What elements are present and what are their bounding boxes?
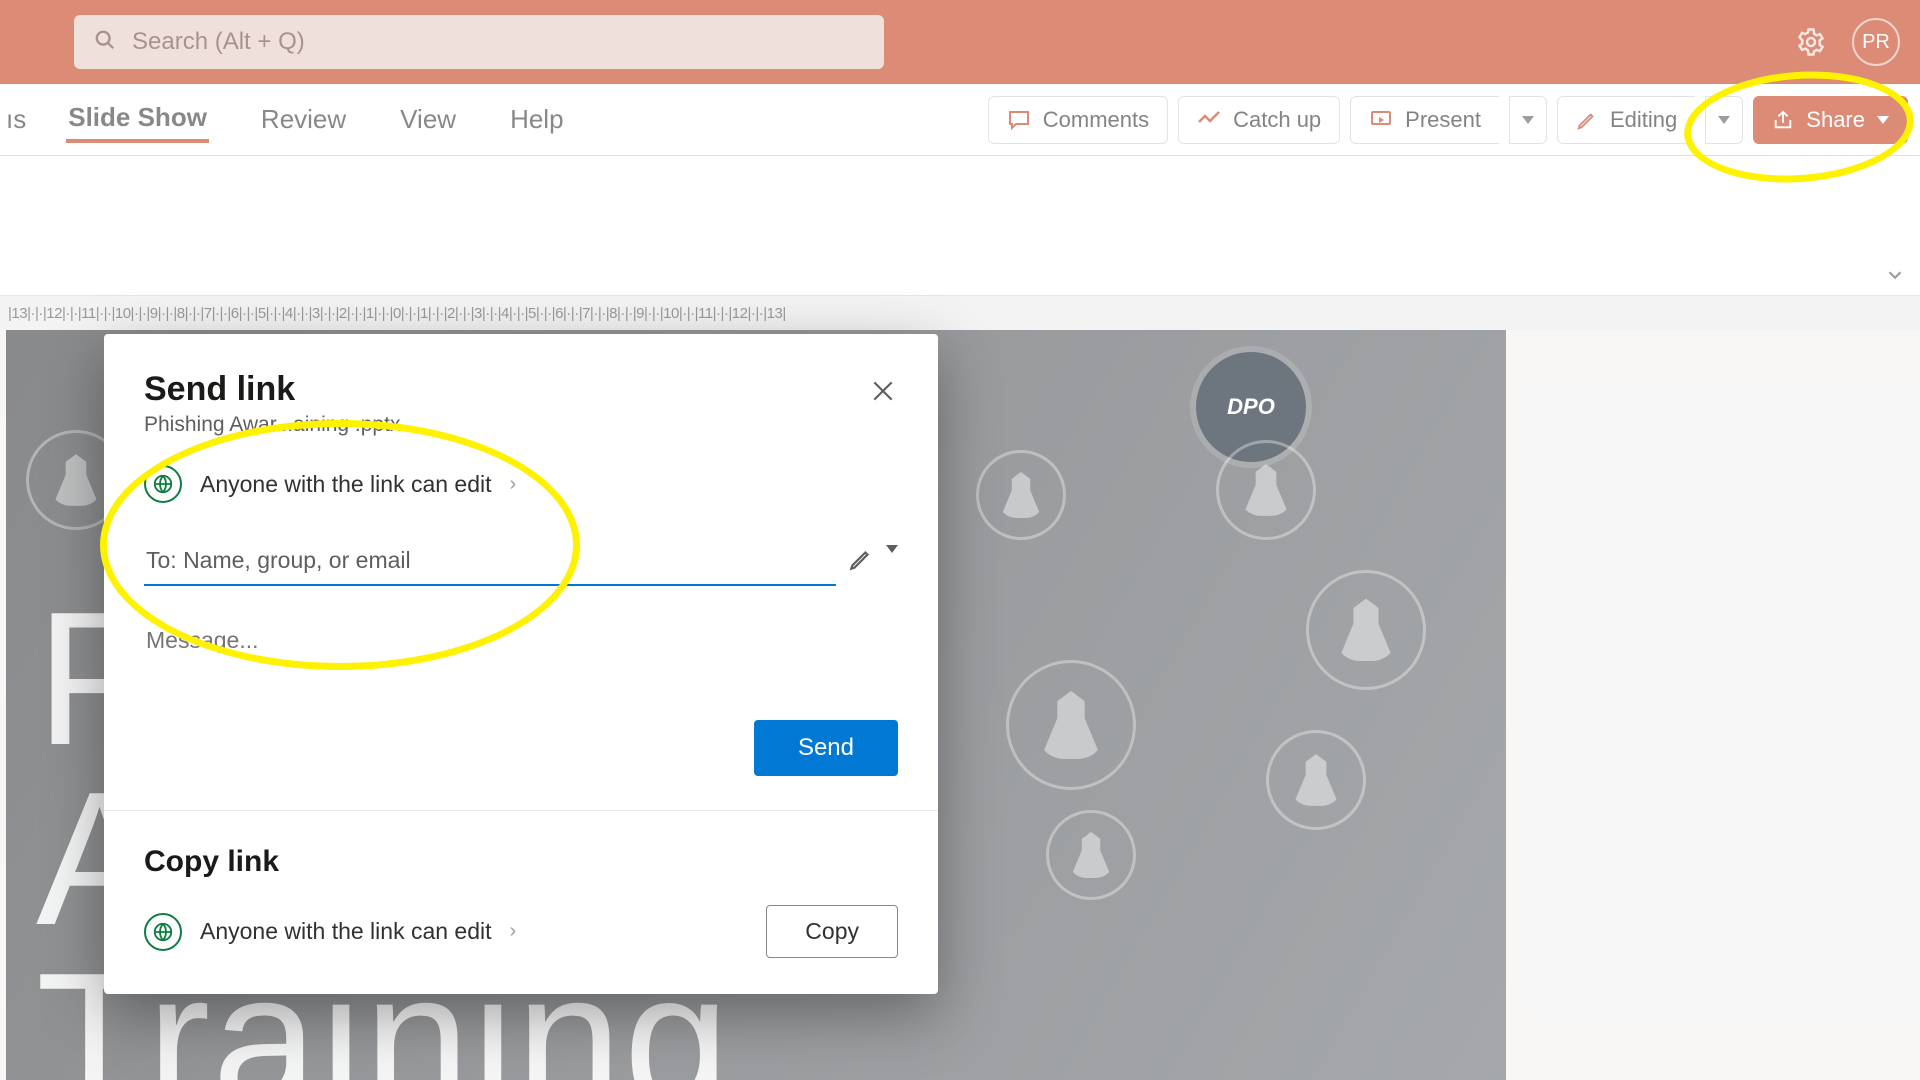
pencil-icon: [1576, 109, 1598, 131]
edit-permission-icon[interactable]: [848, 546, 874, 577]
person-icon: [1006, 660, 1136, 790]
present-dropdown[interactable]: [1509, 96, 1547, 144]
slide-logo-text: DPO: [1227, 394, 1275, 420]
tab-view[interactable]: View: [398, 98, 458, 141]
permission-label: Anyone with the link can edit: [200, 471, 492, 498]
ribbon-actions: Comments Catch up Present: [988, 96, 1908, 144]
search-input[interactable]: [130, 27, 864, 57]
send-button[interactable]: Send: [754, 720, 898, 776]
tab-truncated[interactable]: ıs: [6, 104, 26, 135]
comments-label: Comments: [1043, 107, 1149, 133]
search-icon: [94, 29, 116, 56]
person-icon: [976, 450, 1066, 540]
title-bar: PR: [0, 0, 1920, 84]
globe-icon: [144, 465, 182, 503]
permission-dropdown[interactable]: [886, 553, 898, 571]
catch-up-button[interactable]: Catch up: [1178, 96, 1340, 144]
settings-icon[interactable]: [1796, 27, 1826, 57]
chevron-down-icon: [1522, 116, 1534, 124]
comment-icon: [1007, 108, 1031, 132]
recipient-input[interactable]: [144, 537, 836, 586]
tab-review[interactable]: Review: [259, 98, 348, 141]
copy-permission-row[interactable]: Anyone with the link can edit ›: [144, 913, 516, 951]
chevron-right-icon: ›: [510, 920, 517, 943]
link-permission-row[interactable]: Anyone with the link can edit ›: [144, 465, 898, 503]
present-button[interactable]: Present: [1350, 96, 1499, 144]
comments-button[interactable]: Comments: [988, 96, 1168, 144]
copy-button[interactable]: Copy: [766, 905, 898, 958]
dialog-filename: Phishing Awar...aining .pptx: [144, 413, 898, 437]
horizontal-ruler: |13|·|·|12|·|·|11|·|·|10|·|·|9|·|·|8|·|·…: [0, 296, 1920, 330]
present-label: Present: [1405, 107, 1481, 133]
tab-help[interactable]: Help: [508, 98, 565, 141]
chevron-down-icon: [1877, 116, 1889, 124]
share-button[interactable]: Share: [1753, 96, 1908, 144]
chevron-right-icon: ›: [510, 473, 517, 496]
message-input[interactable]: [144, 620, 898, 660]
copy-link-title: Copy link: [144, 845, 898, 879]
ribbon-panel: [0, 156, 1920, 296]
share-label: Share: [1806, 107, 1865, 133]
search-box[interactable]: [74, 15, 884, 69]
close-dialog-button[interactable]: [870, 378, 896, 409]
person-icon: [1046, 810, 1136, 900]
catch-up-label: Catch up: [1233, 107, 1321, 133]
chevron-down-icon: [886, 545, 898, 570]
ribbon: ıs Slide Show Review View Help Comments …: [0, 84, 1920, 156]
editing-dropdown[interactable]: [1705, 96, 1743, 144]
send-link-dialog: Send link Phishing Awar...aining .pptx A…: [104, 334, 938, 994]
share-icon: [1772, 109, 1794, 131]
avatar-initials: PR: [1862, 31, 1890, 54]
dialog-title: Send link: [144, 370, 898, 409]
user-avatar[interactable]: PR: [1852, 18, 1900, 66]
catch-up-icon: [1197, 108, 1221, 132]
editing-label: Editing: [1610, 107, 1677, 133]
editing-button[interactable]: Editing: [1557, 96, 1695, 144]
globe-icon: [144, 913, 182, 951]
copy-permission-label: Anyone with the link can edit: [200, 918, 492, 945]
person-icon: [1306, 570, 1426, 690]
person-icon: [1266, 730, 1366, 830]
ribbon-collapse-chevron[interactable]: [1884, 264, 1906, 291]
tab-slide-show[interactable]: Slide Show: [66, 96, 209, 143]
present-icon: [1369, 108, 1393, 132]
chevron-down-icon: [1718, 116, 1730, 124]
person-icon: [1216, 440, 1316, 540]
